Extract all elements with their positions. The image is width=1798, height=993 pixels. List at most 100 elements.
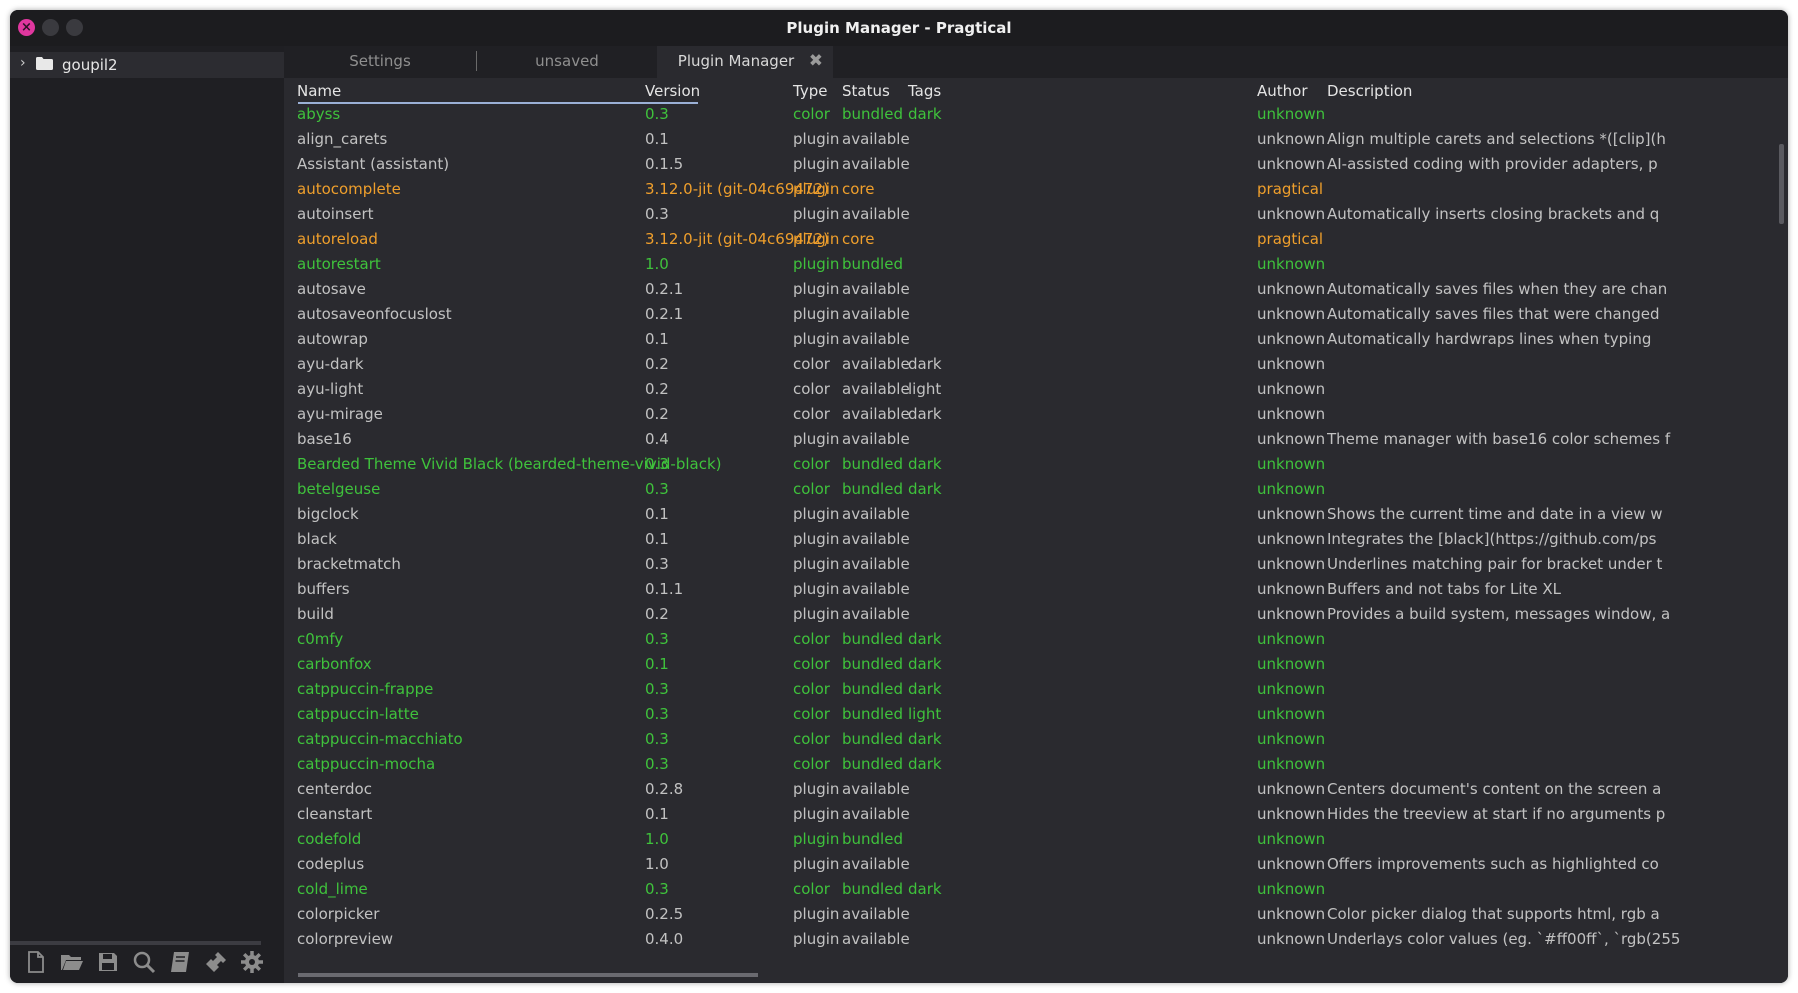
table-row[interactable]: bigclock 0.1 plugin available unknown Shows t… bbox=[284, 503, 1778, 528]
table-row[interactable]: autosave 0.2.1 plugin available unknown Autom… bbox=[284, 278, 1778, 303]
cell-type: plugin bbox=[793, 905, 840, 923]
save-icon[interactable] bbox=[96, 950, 122, 976]
cell-type: color bbox=[793, 455, 830, 473]
table-row[interactable]: bracketmatch 0.3 plugin available unknown Und… bbox=[284, 553, 1778, 578]
cell-tags: light bbox=[908, 380, 942, 398]
cell-tags: dark bbox=[908, 680, 942, 698]
cell-name: centerdoc bbox=[297, 780, 372, 798]
cell-version: 0.4.0 bbox=[645, 930, 684, 948]
table-row[interactable]: ayu-dark 0.2 color available dark unknown bbox=[284, 353, 1778, 378]
cell-version: 0.1 bbox=[645, 530, 669, 548]
book-icon[interactable] bbox=[168, 950, 194, 976]
table-row[interactable]: autoinsert 0.3 plugin available unknown Autom… bbox=[284, 203, 1778, 228]
column-description[interactable]: Description bbox=[1327, 82, 1412, 100]
search-icon[interactable] bbox=[132, 950, 158, 976]
column-tags[interactable]: Tags bbox=[908, 82, 941, 100]
table-row[interactable]: autoreload 3.12.0-jit (git-04c69472) plugi… bbox=[284, 228, 1778, 253]
cell-status: available bbox=[842, 530, 910, 548]
column-name[interactable]: Name bbox=[297, 82, 341, 100]
table-row[interactable]: ayu-mirage 0.2 color available dark unknown bbox=[284, 403, 1778, 428]
new-file-icon[interactable] bbox=[24, 950, 50, 976]
cell-status: bundled bbox=[842, 880, 903, 898]
cell-author: unknown bbox=[1257, 105, 1326, 123]
table-row[interactable]: centerdoc 0.2.8 plugin available unknown Cent… bbox=[284, 778, 1778, 803]
table-row[interactable]: c0mfy 0.3 color bundled dark unknown bbox=[284, 628, 1778, 653]
cell-version: 0.4 bbox=[645, 430, 669, 448]
column-status[interactable]: Status bbox=[842, 82, 890, 100]
cell-description: Automatically saves files that were chan… bbox=[1327, 305, 1660, 323]
cell-description: Provides a build system, messages window… bbox=[1327, 605, 1671, 623]
table-row[interactable]: autowrap 0.1 plugin available unknown Automat… bbox=[284, 328, 1778, 353]
cell-name: abyss bbox=[297, 105, 341, 123]
sidebar-scrollbar[interactable] bbox=[10, 941, 261, 945]
cell-version: 0.3 bbox=[645, 755, 669, 773]
cell-type: plugin bbox=[793, 580, 840, 598]
table-row[interactable]: abyss 0.3 color bundled dark unknown bbox=[284, 103, 1778, 128]
column-author[interactable]: Author bbox=[1257, 82, 1308, 100]
cell-status: bundled bbox=[842, 630, 903, 648]
table-row[interactable]: base16 0.4 plugin available unknown Theme man… bbox=[284, 428, 1778, 453]
table-row[interactable]: codefold 1.0 plugin bundled unknown bbox=[284, 828, 1778, 853]
cell-name: colorpreview bbox=[297, 930, 394, 948]
tab-settings[interactable]: Settings bbox=[284, 46, 476, 78]
cell-status: available bbox=[842, 605, 910, 623]
cell-tags: dark bbox=[908, 405, 942, 423]
cell-status: bundled bbox=[842, 830, 903, 848]
cell-status: bundled bbox=[842, 105, 903, 123]
table-row[interactable]: autosaveonfocuslost 0.2.1 plugin available u… bbox=[284, 303, 1778, 328]
tab-unsaved[interactable]: unsaved bbox=[477, 46, 657, 78]
vertical-scrollbar[interactable] bbox=[1779, 144, 1784, 224]
table-row[interactable]: ayu-light 0.2 color available light unknown bbox=[284, 378, 1778, 403]
column-type[interactable]: Type bbox=[793, 82, 827, 100]
cell-status: bundled bbox=[842, 255, 903, 273]
cell-author: unknown bbox=[1257, 905, 1326, 923]
table-row[interactable]: colorpreview 0.4.0 plugin available unknown U… bbox=[284, 928, 1778, 953]
table-row[interactable]: betelgeuse 0.3 color bundled dark unknown bbox=[284, 478, 1778, 503]
table-row[interactable]: carbonfox 0.1 color bundled dark unknown bbox=[284, 653, 1778, 678]
table-row[interactable]: catppuccin-mocha 0.3 color bundled dark unkno… bbox=[284, 753, 1778, 778]
table-row[interactable]: Assistant (assistant) 0.1.5 plugin availabl… bbox=[284, 153, 1778, 178]
cell-name: carbonfox bbox=[297, 655, 372, 673]
cell-author: unknown bbox=[1257, 880, 1326, 898]
cell-version: 0.3 bbox=[645, 680, 669, 698]
tree-item-project-folder[interactable]: › goupil2 bbox=[10, 52, 284, 78]
table-row[interactable]: catppuccin-latte 0.3 color bundled light unkn… bbox=[284, 703, 1778, 728]
title-bar[interactable]: × Plugin Manager - Pragtical bbox=[10, 10, 1788, 46]
cell-status: available bbox=[842, 505, 910, 523]
table-row[interactable]: align_carets 0.1 plugin available unknown Ali… bbox=[284, 128, 1778, 153]
table-row[interactable]: catppuccin-macchiato 0.3 color bundled dark u… bbox=[284, 728, 1778, 753]
cell-version: 0.2 bbox=[645, 380, 669, 398]
table-row[interactable]: cold_lime 0.3 color bundled dark unknown bbox=[284, 878, 1778, 903]
cell-version: 1.0 bbox=[645, 855, 669, 873]
cell-author: unknown bbox=[1257, 580, 1326, 598]
cell-name: black bbox=[297, 530, 337, 548]
tab-plugin-manager[interactable]: Plugin Manager ✖ bbox=[657, 46, 833, 78]
plugin-icon[interactable] bbox=[204, 950, 230, 976]
cell-name: autoreload bbox=[297, 230, 378, 248]
table-row[interactable]: autorestart 1.0 plugin bundled unknown bbox=[284, 253, 1778, 278]
table-row[interactable]: cleanstart 0.1 plugin available unknown Hides… bbox=[284, 803, 1778, 828]
table-row[interactable]: black 0.1 plugin available unknown Integrates… bbox=[284, 528, 1778, 553]
table-row[interactable]: codeplus 1.0 plugin available unknown Offers … bbox=[284, 853, 1778, 878]
cell-author: unknown bbox=[1257, 330, 1326, 348]
table-row[interactable]: build 0.2 plugin available unknown Provides a… bbox=[284, 603, 1778, 628]
cell-author: unknown bbox=[1257, 680, 1326, 698]
table-row[interactable]: catppuccin-frappe 0.3 color bundled dark unkn… bbox=[284, 678, 1778, 703]
open-folder-icon[interactable] bbox=[60, 950, 86, 976]
cell-type: color bbox=[793, 730, 830, 748]
cell-status: core bbox=[842, 230, 875, 248]
column-version[interactable]: Version bbox=[645, 82, 700, 100]
gear-icon[interactable] bbox=[240, 950, 266, 976]
table-row[interactable]: autocomplete 3.12.0-jit (git-04c69472) plu… bbox=[284, 178, 1778, 203]
close-icon[interactable]: ✖ bbox=[809, 46, 823, 76]
cell-author: unknown bbox=[1257, 630, 1326, 648]
table-row[interactable]: colorpicker 0.2.5 plugin available unknown Co… bbox=[284, 903, 1778, 928]
cell-tags: dark bbox=[908, 730, 942, 748]
cell-description: Automatically inserts closing brackets a… bbox=[1327, 205, 1660, 223]
cell-version: 1.0 bbox=[645, 255, 669, 273]
table-row[interactable]: Bearded Theme Vivid Black (bearded-theme… bbox=[284, 453, 1778, 478]
horizontal-scrollbar[interactable] bbox=[298, 973, 758, 977]
table-row[interactable]: buffers 0.1.1 plugin available unknown Buffer… bbox=[284, 578, 1778, 603]
cell-tags: dark bbox=[908, 355, 942, 373]
cell-author: unknown bbox=[1257, 830, 1326, 848]
